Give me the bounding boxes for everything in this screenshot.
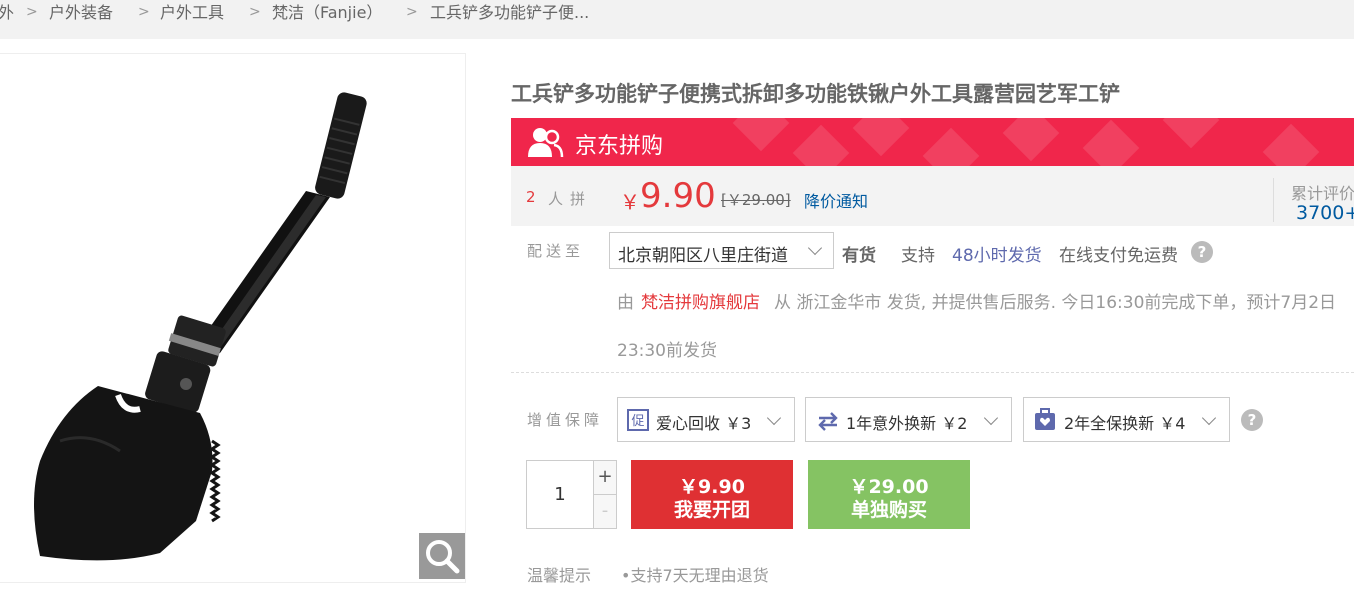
chevron-down-icon (766, 410, 782, 426)
pingou-title: 京东拼购 (575, 134, 664, 159)
shipping-info: 从 浙江金华市 发货, 并提供售后服务. 今日16:30前完成下单，预计7月2日 (774, 293, 1337, 313)
stock-status: 有货 (842, 246, 876, 266)
breadcrumb-separator: > (249, 4, 261, 20)
group-buy-label: 我要开团 (673, 499, 750, 521)
help-icon[interactable]: ? (1241, 409, 1263, 431)
service-option-label: 爱心回收 ￥3 (656, 414, 752, 433)
breadcrumb-item[interactable]: 梵洁（Fanjie） (272, 0, 382, 25)
address-value: 北京朝阳区八里庄街道 (618, 246, 788, 266)
ship-48h-link[interactable]: 48小时发货 (952, 241, 1042, 266)
buy-alone-button[interactable]: ￥29.00 单独购买 (808, 460, 970, 529)
chevron-down-icon (807, 240, 823, 256)
recycle-icon: 促 (627, 409, 649, 431)
price-drop-notify-link[interactable]: 降价通知 (804, 188, 868, 212)
service-option-full-warranty[interactable]: 2年全保换新 ￥4 (1023, 397, 1230, 442)
quantity-increase-button[interactable]: + (593, 461, 616, 495)
breadcrumb-item: 工兵铲多功能铲子便... (430, 3, 590, 22)
shield-box-icon (1035, 408, 1055, 430)
original-price: [￥29.00] (721, 191, 791, 209)
service-option-label: 2年全保换新 ￥4 (1064, 414, 1186, 433)
breadcrumb-separator: > (26, 4, 38, 20)
group-size: 2 (526, 188, 536, 206)
quantity-input[interactable]: 1 (527, 461, 593, 528)
shovel-image (34, 92, 367, 561)
svg-text:促: 促 (631, 414, 644, 429)
zoom-button[interactable] (419, 533, 465, 579)
start-group-button[interactable]: ￥9.90 我要开团 (631, 460, 793, 529)
breadcrumb-item[interactable]: 外 (0, 0, 14, 25)
product-image[interactable] (0, 53, 466, 583)
review-count-link[interactable]: 3700+ (1296, 202, 1354, 224)
group-size-label: 人拼 (548, 190, 593, 208)
address-selector[interactable]: 北京朝阳区八里庄街道 (609, 232, 834, 269)
service-option-accident[interactable]: 1年意外换新 ￥2 (805, 397, 1012, 442)
divider (511, 372, 1354, 373)
chevron-down-icon (983, 410, 999, 426)
tip-item: •支持7天无理由退货 (621, 566, 769, 585)
service-option-label: 1年意外换新 ￥2 (846, 414, 968, 433)
free-shipping-label: 在线支付免运费 (1059, 246, 1178, 266)
breadcrumb: 外 > 户外装备 > 户外工具 > 梵洁（Fanjie） > 工兵铲多功能铲子便… (0, 0, 1354, 39)
services-label: 增值保障 (527, 411, 604, 429)
support-label: 支持 (901, 246, 935, 266)
quantity-stepper: 1 + - (526, 460, 617, 529)
chevron-down-icon (1201, 410, 1217, 426)
breadcrumb-separator: > (138, 4, 150, 20)
divider (1273, 178, 1274, 222)
shop-link[interactable]: 梵洁拼购旗舰店 (641, 288, 760, 313)
breadcrumb-item[interactable]: 户外工具 (160, 0, 224, 25)
magnifier-icon (426, 540, 460, 574)
tips-label: 温馨提示 (527, 566, 592, 585)
from-label: 由 (617, 293, 634, 313)
shipping-info-cont: 23:30前发货 (617, 341, 717, 361)
service-option-recycle[interactable]: 促 爱心回收 ￥3 (617, 397, 795, 442)
breadcrumb-separator: > (406, 4, 418, 20)
exchange-icon (818, 412, 838, 431)
review-label: 累计评价 (1291, 184, 1354, 203)
product-title: 工兵铲多功能铲子便携式拆卸多功能铁锹户外工具露营园艺军工铲 (511, 82, 1120, 106)
solo-buy-label: 单独购买 (850, 499, 927, 521)
delivery-label: 配送至 (527, 242, 585, 260)
help-icon[interactable]: ? (1191, 241, 1213, 263)
group-price: 9.90 (640, 176, 716, 216)
group-users-icon (528, 128, 564, 158)
quantity-decrease-button[interactable]: - (593, 495, 616, 528)
price-currency: ￥ (620, 190, 640, 214)
breadcrumb-item[interactable]: 户外装备 (49, 0, 113, 25)
